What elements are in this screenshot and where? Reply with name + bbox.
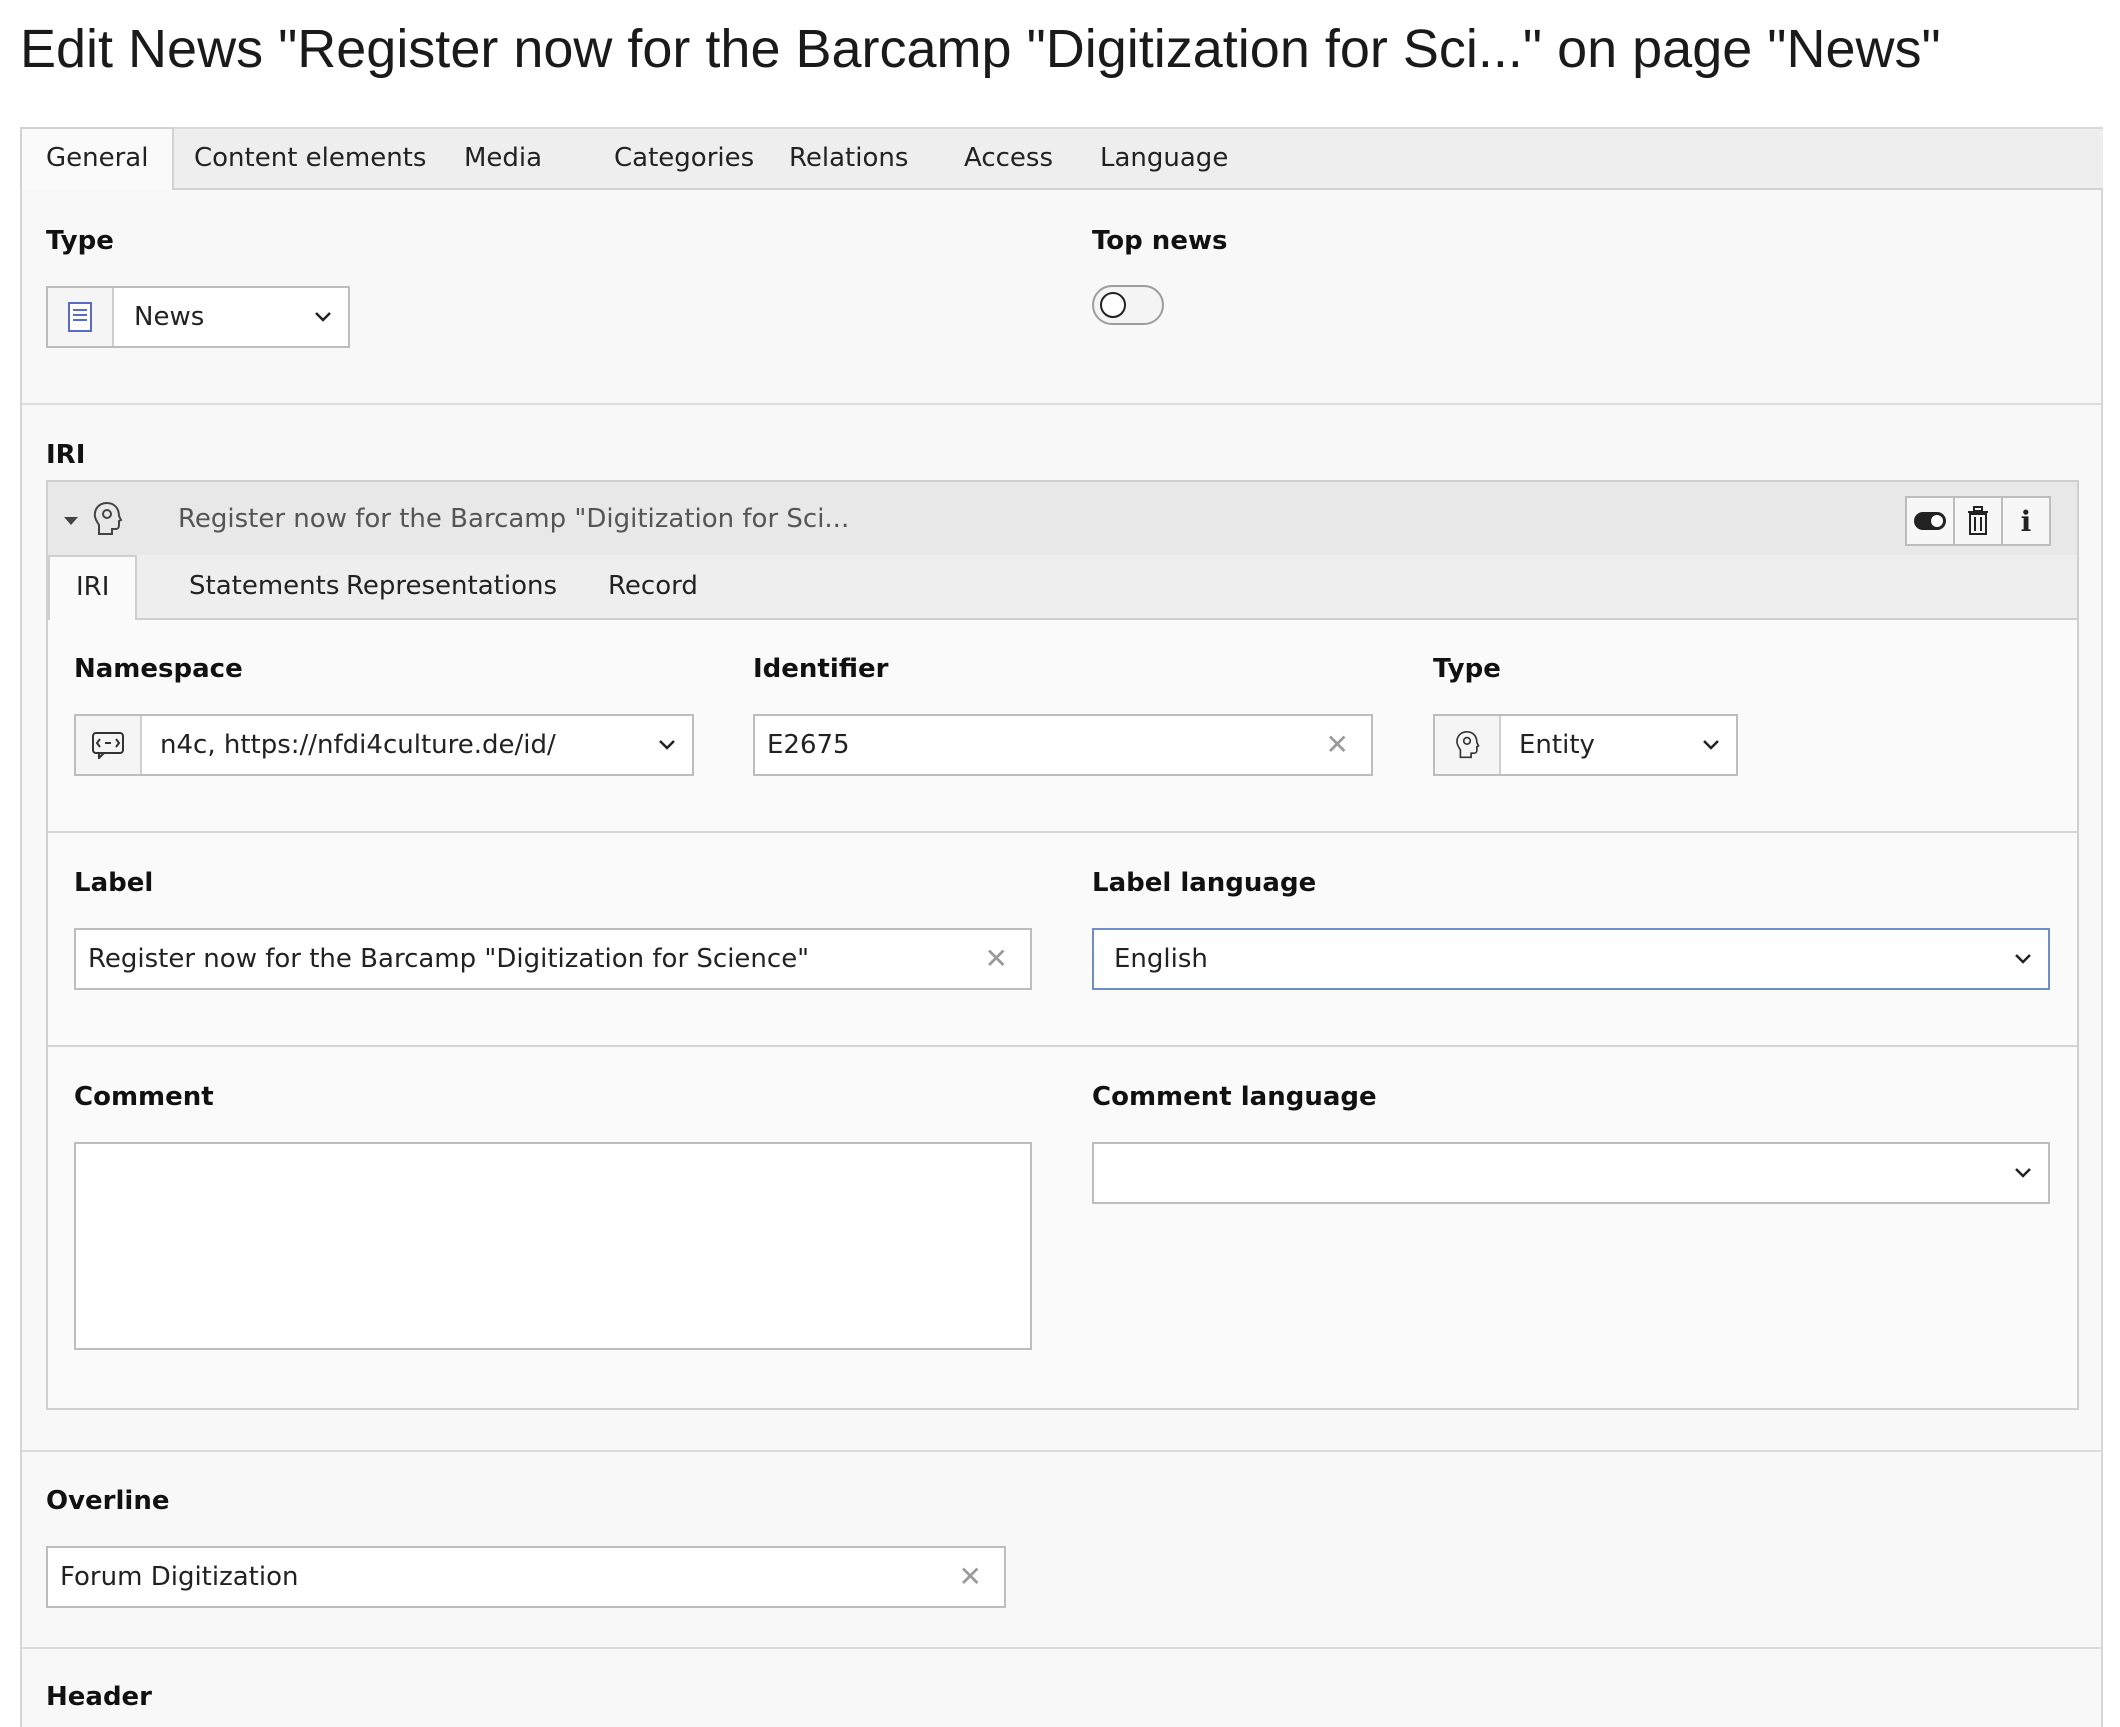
- toggle-knob: [1100, 292, 1126, 318]
- tab-media[interactable]: Media: [440, 129, 566, 190]
- chevron-down-icon: [2014, 1144, 2032, 1202]
- entity-head-icon: [1435, 716, 1501, 774]
- iri-subtabbar: IRI Statements Representations Record: [48, 555, 2077, 620]
- iri-type-label: Type: [1433, 654, 1501, 684]
- overline-label: Overline: [46, 1486, 170, 1516]
- divider: [48, 831, 2077, 833]
- tab-categories[interactable]: Categories: [590, 129, 778, 190]
- divider: [22, 1647, 2101, 1649]
- news-record-icon: [48, 288, 114, 346]
- iri-type-select[interactable]: Entity: [1433, 714, 1738, 776]
- chevron-down-icon: [314, 288, 332, 346]
- identifier-label: Identifier: [753, 654, 889, 684]
- subtab-iri[interactable]: IRI: [48, 555, 138, 620]
- comment-textarea[interactable]: [74, 1142, 1032, 1350]
- tab-language[interactable]: Language: [1076, 129, 1252, 190]
- iri-type-value: Entity: [1519, 730, 1595, 760]
- iri-panel-header[interactable]: Register now for the Barcamp "Digitizati…: [46, 480, 2079, 555]
- clear-icon[interactable]: ✕: [985, 930, 1008, 988]
- namespace-label: Namespace: [74, 654, 243, 684]
- chevron-down-icon: [658, 716, 676, 774]
- page-title: Edit News "Register now for the Barcamp …: [20, 19, 1941, 79]
- toggle-visibility-button[interactable]: [1905, 496, 1955, 546]
- clear-icon[interactable]: ✕: [959, 1548, 982, 1606]
- label-language-label: Label language: [1092, 868, 1317, 898]
- type-select[interactable]: News: [46, 286, 350, 348]
- panel-controls: i: [1905, 496, 2051, 546]
- type-select-value: News: [134, 302, 205, 332]
- subtab-representations[interactable]: Representations: [320, 555, 583, 618]
- overline-field[interactable]: Forum Digitization ✕: [46, 1546, 1006, 1608]
- label-field-label: Label: [74, 868, 154, 898]
- label-value: Register now for the Barcamp "Digitizati…: [88, 944, 810, 974]
- delete-button[interactable]: [1953, 496, 2003, 546]
- tab-general[interactable]: General: [20, 127, 175, 190]
- iri-panel-title: Register now for the Barcamp "Digitizati…: [178, 504, 850, 534]
- tab-relations[interactable]: Relations: [765, 129, 932, 190]
- divider: [48, 1045, 2077, 1047]
- identifier-field[interactable]: E2675 ✕: [753, 714, 1373, 776]
- overline-value: Forum Digitization: [60, 1562, 299, 1592]
- comment-language-select[interactable]: [1092, 1142, 2050, 1204]
- comment-language-label: Comment language: [1092, 1082, 1377, 1112]
- top-news-toggle[interactable]: [1092, 285, 1164, 325]
- divider: [22, 1450, 2101, 1452]
- label-language-value: English: [1114, 944, 1208, 974]
- comment-label: Comment: [74, 1082, 214, 1112]
- namespace-value: n4c, https://nfdi4culture.de/id/: [160, 730, 556, 760]
- clear-icon[interactable]: ✕: [1326, 716, 1349, 774]
- edit-news-page: Edit News "Register now for the Barcamp …: [0, 0, 2120, 1727]
- chevron-down-icon: [2014, 930, 2032, 988]
- subtab-record[interactable]: Record: [582, 555, 724, 618]
- main-tabbar: General Content elements Media Categorie…: [20, 127, 2103, 190]
- identifier-value: E2675: [767, 730, 850, 760]
- info-button[interactable]: i: [2001, 496, 2051, 546]
- type-label: Type: [46, 226, 114, 256]
- entity-head-icon: [90, 500, 124, 542]
- namespace-code-icon: [76, 716, 142, 774]
- divider: [22, 403, 2101, 405]
- info-icon: i: [2020, 504, 2032, 538]
- iri-section-label: IRI: [46, 440, 86, 470]
- tab-content-elements[interactable]: Content elements: [170, 129, 450, 190]
- chevron-down-icon: [1702, 716, 1720, 774]
- header-label: Header: [46, 1682, 153, 1712]
- tab-access[interactable]: Access: [940, 129, 1077, 190]
- namespace-select[interactable]: n4c, https://nfdi4culture.de/id/: [74, 714, 694, 776]
- label-language-select[interactable]: English: [1092, 928, 2050, 990]
- top-news-label: Top news: [1092, 226, 1228, 256]
- label-field[interactable]: Register now for the Barcamp "Digitizati…: [74, 928, 1032, 990]
- collapse-caret-icon[interactable]: [62, 512, 80, 531]
